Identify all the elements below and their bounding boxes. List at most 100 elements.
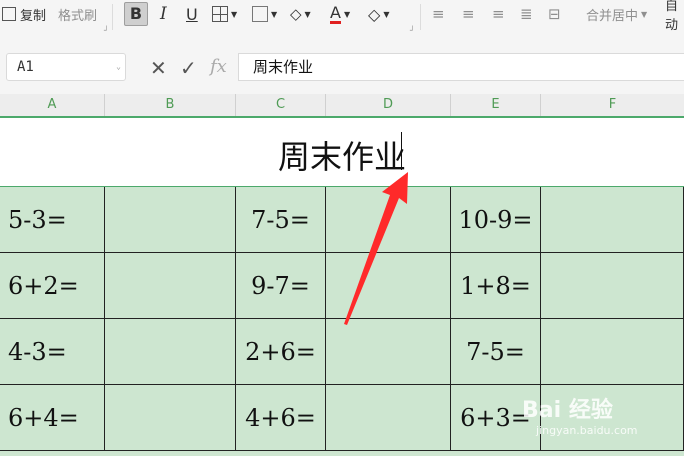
cell-value: 6+2= <box>8 271 79 300</box>
align-left-button[interactable]: ≡ <box>432 0 445 28</box>
grid-cell[interactable]: 6+4= <box>0 385 105 451</box>
cell-reference: A1 <box>17 59 34 75</box>
ribbon-toolbar: 复制 格式刷 B I U ▼ ▼ ◇ ▼ A ▼ ◇ ▼ ≡ ≡ ≡ ≣ ⊟ 合… <box>0 0 684 41</box>
watermark-url: jingyan.baidu.com <box>536 424 638 437</box>
auto-wrap-label: 自动 <box>665 0 679 33</box>
column-header-f[interactable]: F <box>541 94 684 116</box>
align-right-button[interactable]: ≡ <box>492 0 505 28</box>
cell-value: 5-3= <box>8 205 67 234</box>
column-header-b[interactable]: B <box>105 94 236 116</box>
merge-center-label: 合并居中 <box>586 8 639 24</box>
chevron-down-icon: ▼ <box>383 9 390 19</box>
cell-value: 9-7= <box>251 271 310 300</box>
grid-cell[interactable]: 4+6= <box>236 385 326 451</box>
grid-cell[interactable]: 6+2= <box>0 253 105 319</box>
formula-input[interactable]: 周末作业 <box>238 53 684 81</box>
clear-button[interactable]: ◇ ▼ <box>368 0 389 28</box>
chevron-down-icon: ▼ <box>343 9 351 19</box>
watermark-logo: Bai 经验 <box>522 398 613 423</box>
grid-cell[interactable]: 7-5= <box>236 187 326 253</box>
toolbar-divider <box>112 4 113 30</box>
copy-label: 复制 <box>20 8 47 24</box>
column-header-d[interactable]: D <box>326 94 451 116</box>
column-header-c[interactable]: C <box>236 94 326 116</box>
cell-value: 4+6= <box>245 403 316 432</box>
align-center-button[interactable]: ≡ <box>462 0 475 28</box>
cell-value: 4-3= <box>8 337 67 366</box>
cancel-icon[interactable]: ✕ <box>150 56 167 80</box>
format-painter-button[interactable]: 格式刷 <box>58 0 97 28</box>
grid-cell[interactable] <box>326 319 451 385</box>
grid-cell[interactable]: 7-5= <box>451 319 541 385</box>
function-icon[interactable]: fx <box>210 56 227 77</box>
grid-cell[interactable] <box>326 253 451 319</box>
formula-bar: A1 ⌄ ✕ ✓ fx 周末作业 <box>0 40 684 94</box>
grid-cell[interactable] <box>105 385 236 451</box>
grid-cell[interactable] <box>105 187 236 253</box>
grid-cell[interactable] <box>105 253 236 319</box>
grid-cell[interactable]: 1+8= <box>451 253 541 319</box>
justify-icon: ≣ <box>520 5 533 23</box>
cell-value: 10-9= <box>458 205 533 234</box>
distribute-icon: ⊟ <box>548 5 561 23</box>
title-cell[interactable]: 周末作业 <box>0 118 684 187</box>
fill-pattern-button[interactable]: ▼ <box>252 0 277 28</box>
grid-cell[interactable]: 9-7= <box>236 253 326 319</box>
italic-button[interactable]: I <box>160 0 167 28</box>
grid-cell[interactable]: 5-3= <box>0 187 105 253</box>
merge-center-button[interactable]: 合并居中 ▼ <box>586 0 647 28</box>
cell-style-icon <box>252 6 268 22</box>
copy-icon <box>2 7 16 21</box>
copy-button[interactable]: 复制 <box>2 0 46 28</box>
toolbar-divider <box>420 4 421 30</box>
grid-cell[interactable] <box>326 385 451 451</box>
font-color-button[interactable]: A ▼ <box>330 0 350 28</box>
bold-icon: B <box>124 2 148 26</box>
font-color-icon: A <box>330 2 341 24</box>
distribute-button[interactable]: ⊟ <box>548 0 561 28</box>
cell-value: 6+3= <box>460 403 531 432</box>
align-left-icon: ≡ <box>432 5 445 23</box>
underline-icon: U <box>186 4 198 24</box>
cell-value: 7-5= <box>466 337 525 366</box>
grid-cell[interactable] <box>105 319 236 385</box>
confirm-icon[interactable]: ✓ <box>180 56 197 80</box>
grid-cell[interactable] <box>541 253 684 319</box>
auto-wrap-button[interactable]: 自动 <box>665 0 684 33</box>
cell-value: 7-5= <box>251 205 310 234</box>
grid-cell[interactable] <box>541 319 684 385</box>
chevron-down-icon: ▼ <box>304 9 311 19</box>
chevron-down-icon: ⌄ <box>116 62 121 71</box>
column-header-bar: A B C D E F <box>0 94 684 118</box>
cell-value: 6+4= <box>8 403 79 432</box>
name-box[interactable]: A1 ⌄ <box>6 53 126 81</box>
justify-button[interactable]: ≣ <box>520 0 533 28</box>
launcher-icon[interactable]: ┘ <box>104 26 109 35</box>
launcher-icon[interactable]: ┘ <box>410 26 415 35</box>
paint-bucket-icon: ◇ <box>290 5 302 23</box>
column-header-e[interactable]: E <box>451 94 541 116</box>
fill-color-button[interactable]: ◇ ▼ <box>290 0 311 28</box>
underline-button[interactable]: U <box>186 0 198 28</box>
text-cursor <box>401 132 402 170</box>
chevron-down-icon: ▼ <box>271 9 278 19</box>
chevron-down-icon: ▼ <box>231 9 238 19</box>
border-grid-icon <box>212 6 228 22</box>
cell-value: 2+6= <box>245 337 316 366</box>
align-right-icon: ≡ <box>492 5 505 23</box>
border-button[interactable]: ▼ <box>212 0 237 28</box>
grid-cell[interactable] <box>541 187 684 253</box>
grid-cell[interactable]: 4-3= <box>0 319 105 385</box>
chevron-down-icon: ▼ <box>641 9 648 19</box>
cell-value: 1+8= <box>460 271 531 300</box>
grid-cell[interactable]: 2+6= <box>236 319 326 385</box>
italic-icon: I <box>160 4 167 24</box>
eraser-icon: ◇ <box>368 4 381 24</box>
sheet-title: 周末作业 <box>277 138 406 176</box>
align-center-icon: ≡ <box>462 5 475 23</box>
bold-button[interactable]: B <box>124 0 148 28</box>
grid-cell[interactable]: 10-9= <box>451 187 541 253</box>
column-header-a[interactable]: A <box>0 94 105 116</box>
format-painter-label: 格式刷 <box>58 8 98 24</box>
grid-cell[interactable] <box>326 187 451 253</box>
